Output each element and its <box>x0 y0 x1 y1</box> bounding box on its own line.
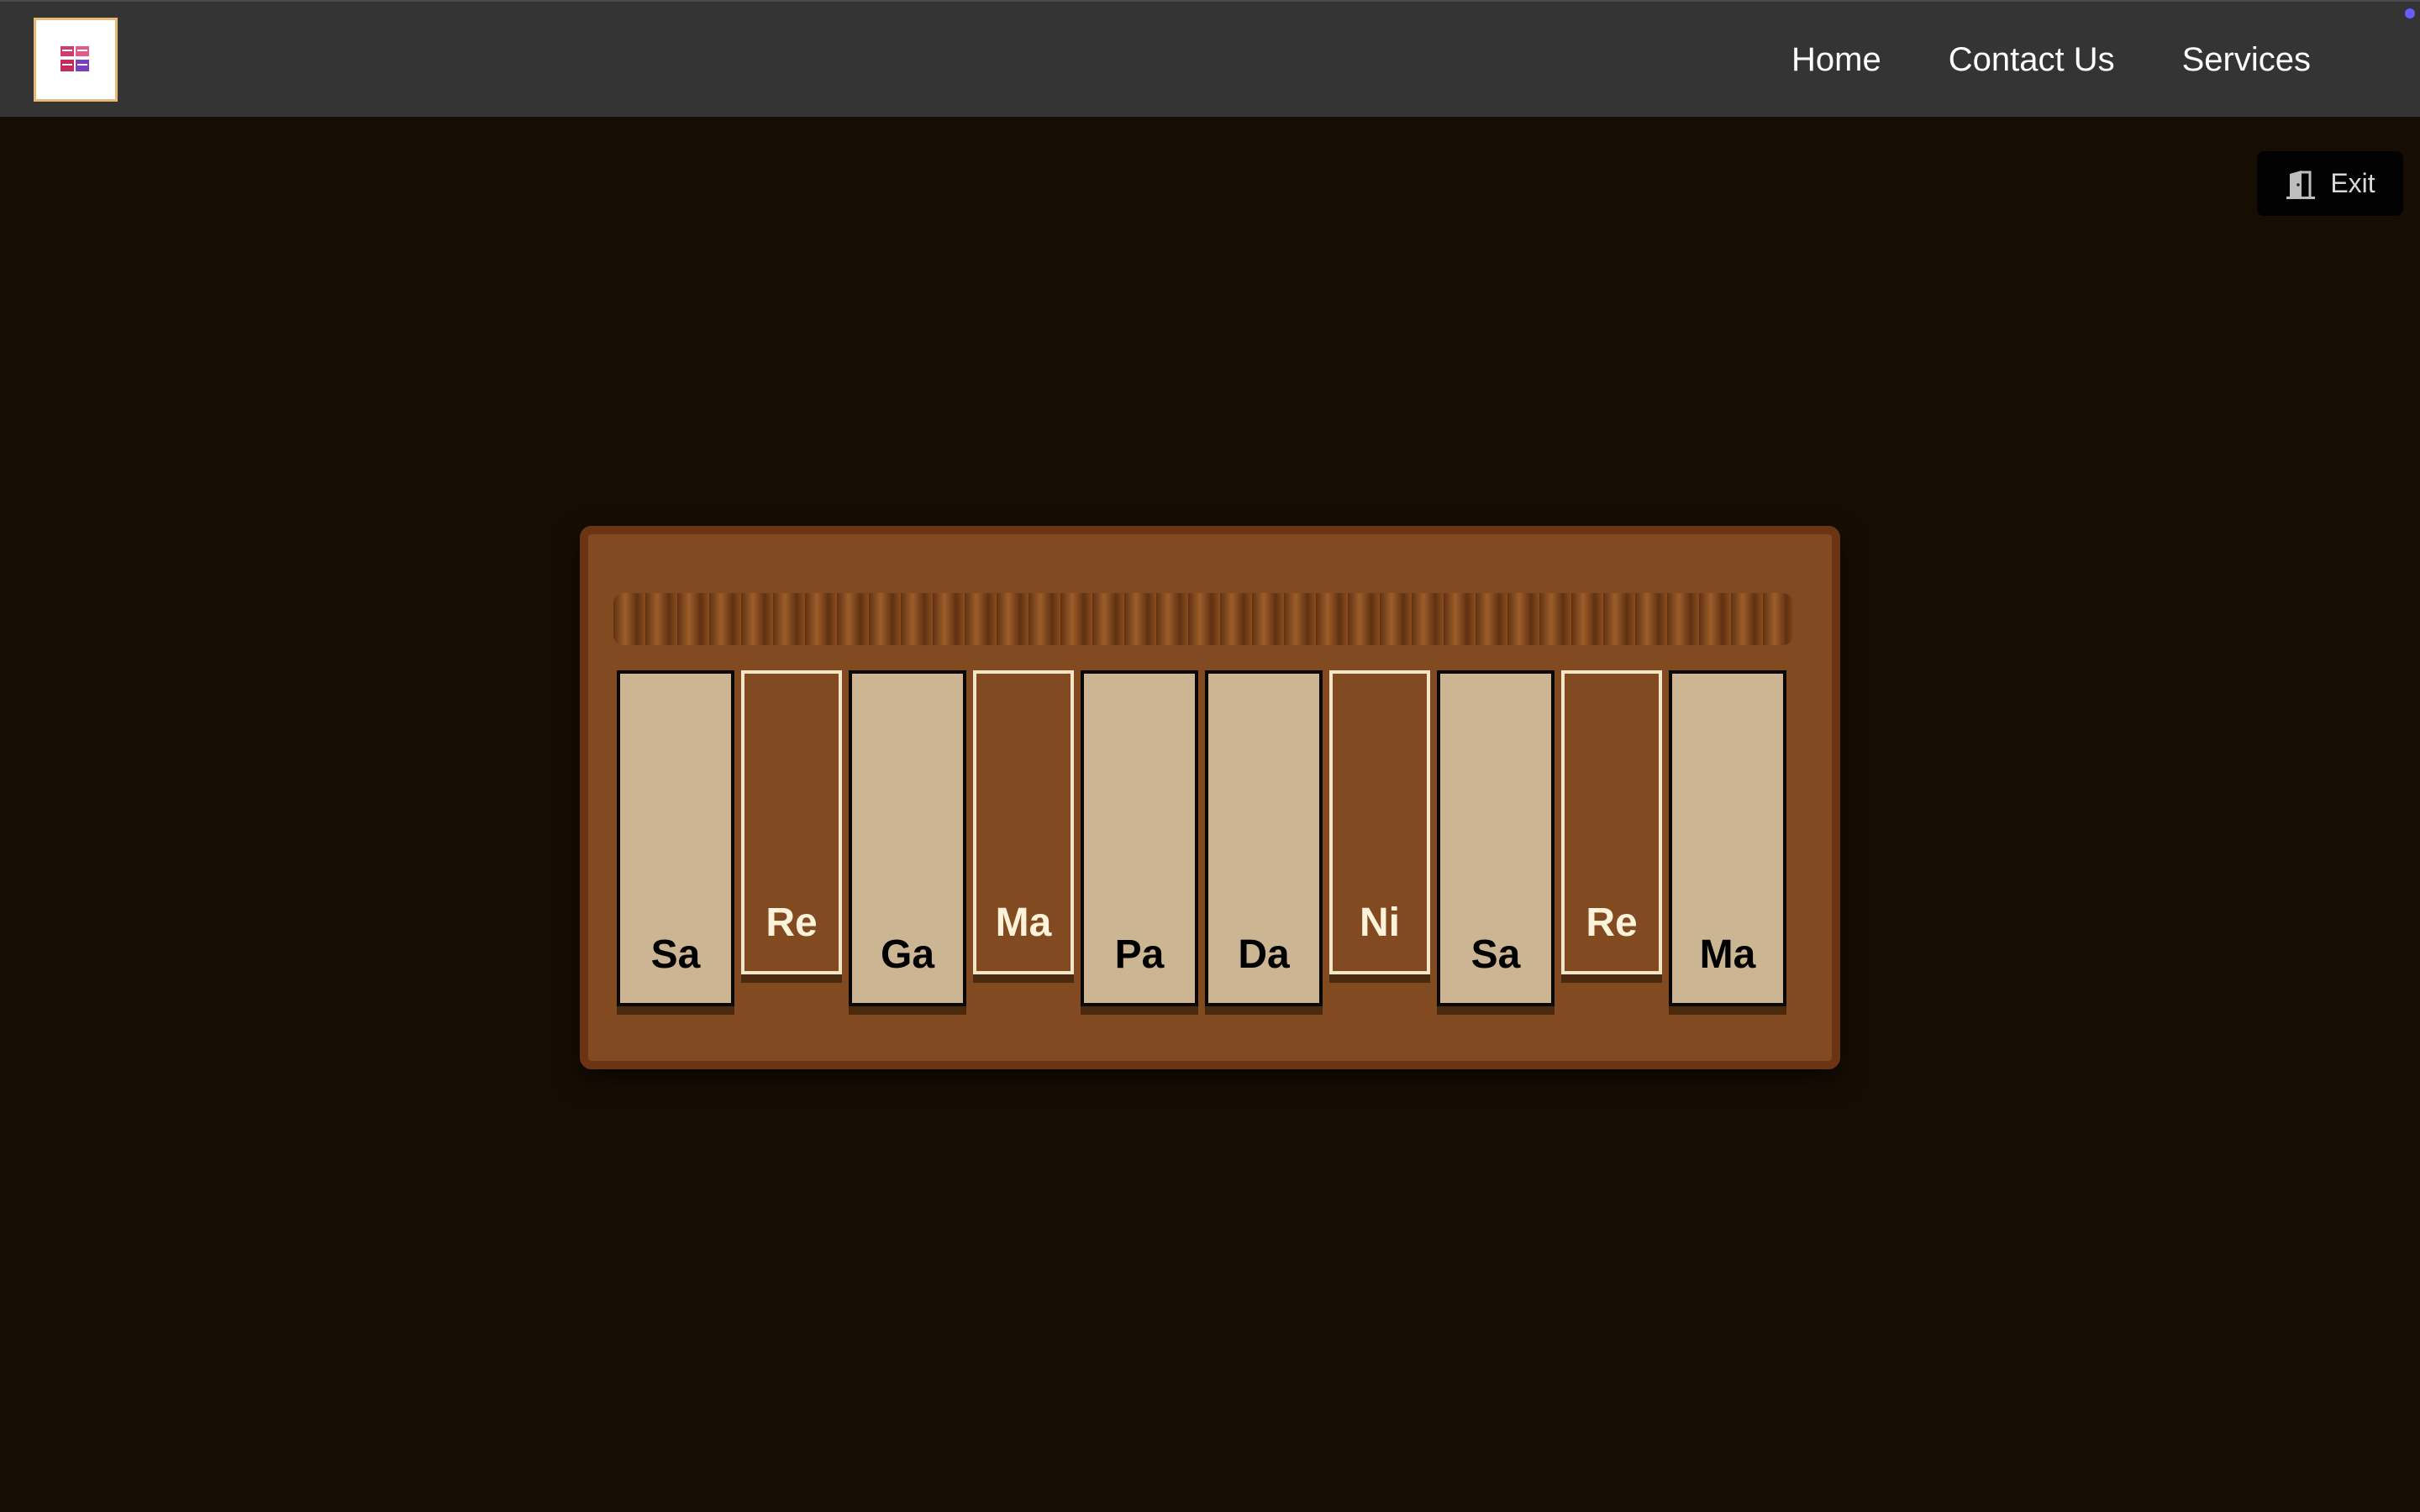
key-label: Ni <box>1360 900 1400 945</box>
key-label: Ma <box>1699 932 1756 977</box>
nav-services-link[interactable]: Services <box>2182 41 2311 79</box>
nav-home-link[interactable]: Home <box>1791 41 1881 79</box>
key-label: Ga <box>880 932 935 977</box>
key-re-high[interactable]: Re <box>1561 670 1662 974</box>
key-pa[interactable]: Pa <box>1081 670 1198 1006</box>
key-ni[interactable]: Ni <box>1329 670 1430 974</box>
status-dot <box>2405 8 2415 18</box>
logo-image <box>60 46 89 71</box>
door-exit-icon <box>2286 170 2316 199</box>
key-label: Re <box>765 900 818 945</box>
exit-button[interactable]: Exit <box>2257 151 2403 216</box>
key-re[interactable]: Re <box>741 670 842 974</box>
speaker-grille <box>613 593 1793 645</box>
harmonium-instrument: Sa Re Ga Ma Pa Da Ni Sa Re Ma <box>580 526 1840 1069</box>
key-sa-high[interactable]: Sa <box>1437 670 1555 1006</box>
key-label: Re <box>1586 900 1638 945</box>
keyboard: Sa Re Ga Ma Pa Da Ni Sa Re Ma <box>617 670 1793 1011</box>
site-logo[interactable] <box>34 18 118 102</box>
exit-label: Exit <box>2330 168 2375 198</box>
key-sa[interactable]: Sa <box>617 670 734 1006</box>
key-label: Sa <box>650 932 701 977</box>
key-da[interactable]: Da <box>1205 670 1323 1006</box>
key-label: Pa <box>1114 932 1165 977</box>
nav-links: Home Contact Us Services <box>1791 2 2311 118</box>
key-ma[interactable]: Ma <box>973 670 1074 974</box>
nav-contact-link[interactable]: Contact Us <box>1949 41 2115 79</box>
key-label: Da <box>1238 932 1290 977</box>
key-label: Ma <box>995 900 1052 945</box>
key-ga[interactable]: Ga <box>849 670 966 1006</box>
top-navbar: Home Contact Us Services <box>0 0 2420 117</box>
key-ma-high[interactable]: Ma <box>1669 670 1786 1006</box>
key-label: Sa <box>1470 932 1521 977</box>
